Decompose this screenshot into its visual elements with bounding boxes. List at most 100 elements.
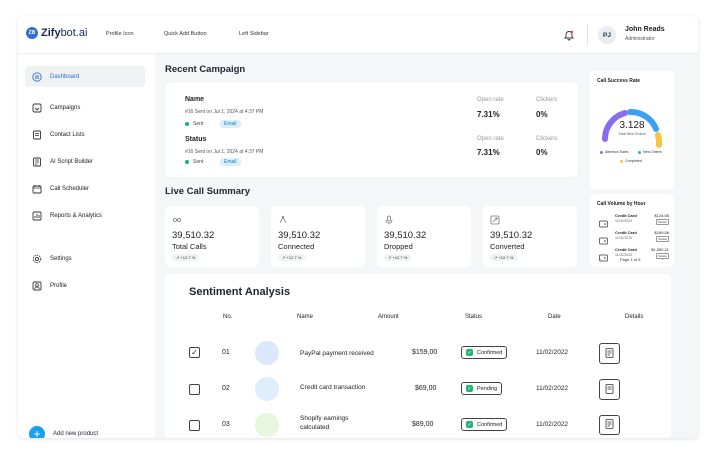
vol-date: 11/02/2022: [615, 219, 633, 223]
top-bar: ZB Zifybot.ai Profile Icon Quick Add But…: [18, 16, 698, 54]
details-button[interactable]: [599, 379, 620, 400]
calls-icon: [172, 212, 182, 230]
success-value: 3.128: [619, 120, 645, 131]
delete-button[interactable]: Delete: [656, 236, 669, 242]
sidebar-item-label: Profile: [50, 282, 68, 289]
status-text: Confirmed: [477, 349, 503, 356]
divider: [587, 24, 588, 46]
quick-add-link[interactable]: Quick Add Button: [164, 31, 207, 37]
row-date: 11/02/2022: [536, 421, 569, 428]
vol-name: Credit Card: [615, 213, 637, 218]
dashboard-icon: [31, 71, 43, 83]
col-header-amount: Amount: [378, 314, 399, 320]
campaigns-icon: [31, 102, 43, 114]
vol-amount: $124.55: [654, 213, 669, 218]
connected-icon: [278, 212, 288, 230]
next-page-button[interactable]: →: [660, 256, 664, 261]
stat-change-badge: ↗ +12.7 %: [384, 254, 412, 261]
recent-campaign-title: Recent Campaign: [165, 64, 246, 75]
sidebar-item-reports-analytics[interactable]: Reports & Analytics: [25, 205, 145, 226]
call-success-rate-card: Call Success Rate 3.128 Total New Orders…: [590, 71, 674, 189]
sidebar-item-label: Reports & Analytics: [50, 212, 103, 219]
stat-card-dropped[interactable]: 39,510.32 Dropped ↗ +12.7 %: [377, 206, 471, 267]
page-indicator: Page 1 of 5: [620, 257, 641, 262]
legend-label: Completed: [625, 159, 642, 163]
bell-icon[interactable]: [563, 28, 575, 46]
brand-name: Zifybot.ai: [41, 27, 87, 39]
gear-icon: [31, 253, 43, 265]
contact-list-icon: [31, 129, 43, 141]
legend-new-orders: New Orders: [638, 150, 662, 154]
call-success-title: Call Success Rate: [597, 78, 641, 84]
sidebar-item-profile[interactable]: Profile: [25, 275, 145, 296]
sidebar-item-label: Dashboard: [50, 73, 80, 80]
stat-change-badge: ↗ +12.7 %: [172, 254, 200, 261]
sidebar-item-label: Settings: [50, 255, 72, 262]
row-checkbox[interactable]: [189, 384, 200, 395]
stat-card-converted[interactable]: 39,510.32 Converted ↗ +12.7 %: [483, 206, 577, 267]
sidebar: Dashboard Campaigns Contact Lists AI Scr…: [18, 54, 155, 438]
sentiment-analysis-card: Sentiment Analysis No. Name Amount Statu…: [165, 274, 671, 438]
dropped-icon: [384, 212, 394, 230]
row-amount: $69,00: [415, 385, 437, 392]
col-header-no: No.: [223, 314, 233, 320]
row-checkbox[interactable]: [189, 420, 200, 431]
details-button[interactable]: [599, 343, 620, 364]
row-name: PayPal payment received: [300, 350, 374, 357]
sidebar-item-label: Contact Lists: [50, 131, 85, 138]
col-header-status: Status: [465, 314, 483, 320]
sidebar-item-call-scheduler[interactable]: Call Scheduler: [25, 178, 145, 199]
script-icon: [31, 156, 43, 168]
document-icon: [605, 345, 614, 363]
plus-icon[interactable]: +: [29, 426, 45, 438]
row-avatar: [255, 377, 279, 401]
stat-change-badge: ↗ +12.7 %: [278, 254, 306, 261]
stat-value: 39,510.32: [278, 230, 321, 241]
row-avatar: [255, 341, 279, 365]
stat-card-total-calls[interactable]: 39,510.32 Total Calls ↗ +12.7 %: [165, 206, 259, 267]
sent-label: Sent: [193, 159, 204, 165]
add-new-product[interactable]: + Add new product: [29, 426, 98, 438]
stat-label: Converted: [490, 242, 525, 251]
stat-value: 39,510.32: [172, 230, 215, 241]
row-number: 03: [222, 421, 230, 428]
legend-completed: Completed: [620, 159, 642, 163]
prev-page-button[interactable]: ←: [599, 256, 603, 261]
vol-name: Credit Card: [615, 247, 637, 252]
avatar[interactable]: PJ: [598, 26, 616, 44]
stat-card-connected[interactable]: 39,510.32 Connected ↗ +12.7 %: [271, 206, 365, 267]
list-item: Credit Card 11/02/2022 $189.56 Delete: [597, 229, 669, 245]
call-volume-title: Call Volume by Hour: [597, 201, 646, 207]
row-date: 11/02/2022: [536, 349, 569, 356]
row-checkbox-checked[interactable]: ✓: [189, 347, 200, 358]
stat-change-badge: ↗ +12.7 %: [490, 254, 518, 261]
receipt-icon: [605, 381, 614, 399]
brand-logo[interactable]: ZB Zifybot.ai: [26, 27, 87, 39]
delete-button[interactable]: Delete: [656, 219, 669, 225]
sidebar-item-ai-script-builder[interactable]: AI Script Builder: [25, 151, 145, 172]
sidebar-item-dashboard[interactable]: Dashboard: [25, 66, 145, 87]
profile-icon-link[interactable]: Profile Icon: [106, 31, 134, 37]
document-icon: [605, 416, 614, 434]
check-icon: ✓: [466, 349, 473, 356]
legend-dot: [620, 159, 623, 163]
app-window: ZB Zifybot.ai Profile Icon Quick Add But…: [18, 16, 698, 438]
list-item: Credit Card 11/02/2022 $124.55 Delete: [597, 212, 669, 228]
user-role: Administrator: [625, 36, 655, 42]
sentiment-title: Sentiment Analysis: [189, 286, 291, 298]
sidebar-item-campaigns[interactable]: Campaigns: [25, 97, 145, 118]
open-rate-label: Open rate: [477, 97, 504, 103]
status-text: Confirmed: [477, 421, 503, 428]
campaign-sent-date: #16 Sent on Jul 1, 2024 at 4:37 PM: [185, 109, 264, 115]
details-button[interactable]: [599, 415, 620, 435]
col-header-name: Name: [297, 314, 314, 320]
col-header-details: Details: [625, 314, 644, 320]
reports-icon: [31, 210, 43, 222]
row-amount: $159,00: [412, 349, 438, 356]
left-sidebar-link[interactable]: Left Sidebar: [239, 31, 269, 37]
sidebar-item-settings[interactable]: Settings: [25, 248, 145, 269]
legend-label: New Orders: [643, 150, 662, 154]
sidebar-item-contact-lists[interactable]: Contact Lists: [25, 124, 145, 145]
brand-name-bold: Zify: [41, 27, 61, 39]
calendar-icon: [31, 183, 43, 195]
